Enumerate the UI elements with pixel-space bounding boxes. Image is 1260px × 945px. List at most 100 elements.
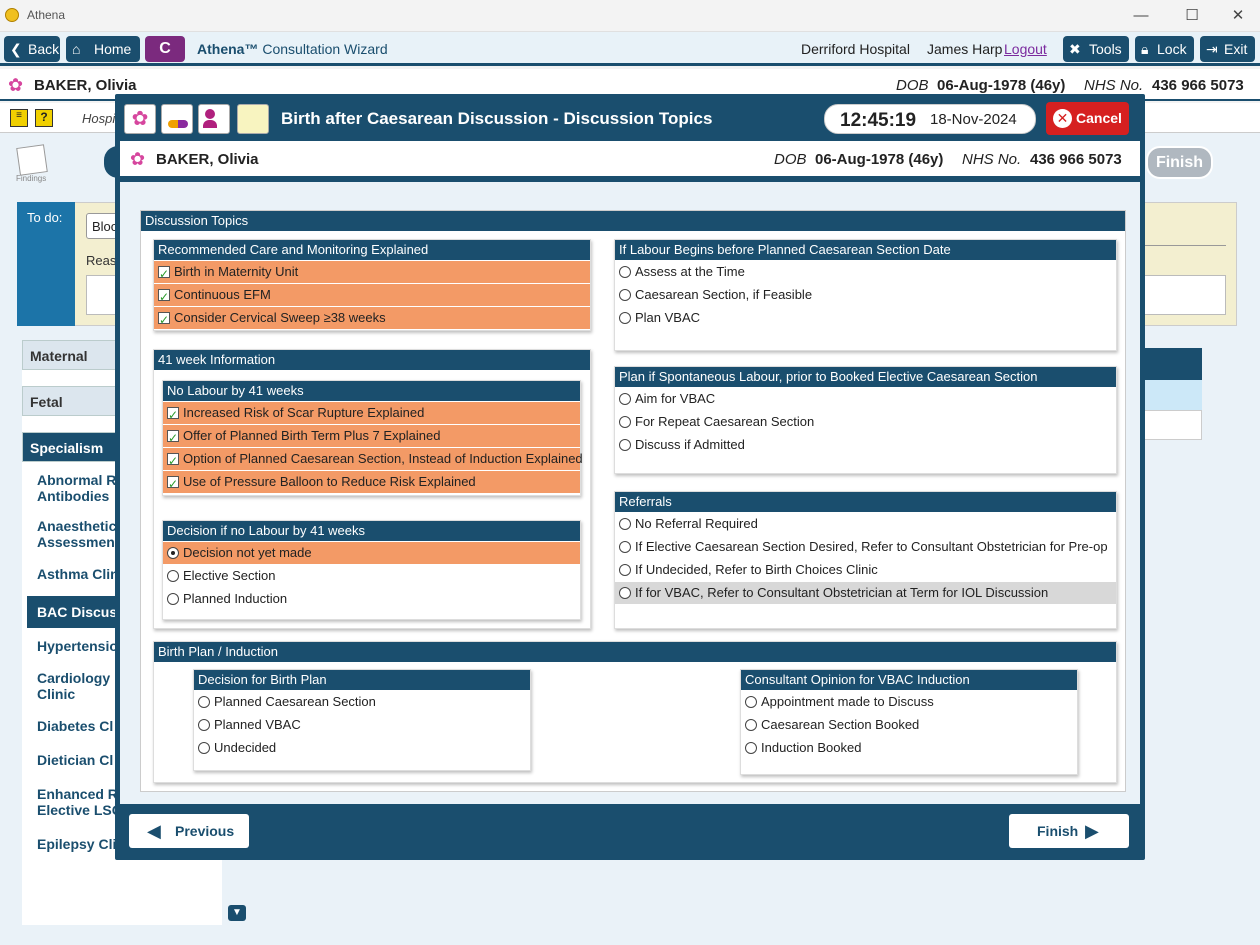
- consultant-option[interactable]: Appointment made to Discuss: [741, 691, 1077, 713]
- referrals-group: Referrals No Referral Required If Electi…: [614, 491, 1117, 629]
- radio-icon: [198, 696, 210, 708]
- checkbox-checked-icon: [167, 404, 179, 426]
- back-button[interactable]: ❮ Back: [4, 36, 60, 62]
- close-icon: ✕: [1053, 109, 1072, 128]
- checkbox-checked-icon: [158, 263, 170, 285]
- nhs-value: 436 966 5073: [1152, 77, 1244, 94]
- birth-plan-option[interactable]: Planned Caesarean Section: [194, 691, 530, 713]
- checkbox-checked-icon: [158, 309, 170, 331]
- referral-option[interactable]: No Referral Required: [615, 513, 1116, 535]
- dob-label: DOB: [774, 151, 807, 168]
- nhs-label: NHS No.: [962, 151, 1022, 168]
- no-labour-item[interactable]: Increased Risk of Scar Rupture Explained: [163, 402, 580, 426]
- checkbox-checked-icon: [167, 450, 179, 472]
- decision-41-group: Decision if no Labour by 41 weeks Decisi…: [162, 520, 581, 620]
- help-icon[interactable]: ?: [35, 109, 53, 127]
- radio-icon: [198, 719, 210, 731]
- birth-plan-option[interactable]: Undecided: [194, 737, 530, 759]
- decision-option[interactable]: Elective Section: [163, 565, 580, 587]
- no-labour-item[interactable]: Use of Pressure Balloon to Reduce Risk E…: [163, 471, 580, 495]
- window-title: Athena: [27, 8, 66, 22]
- recommended-item[interactable]: Continuous EFM: [154, 284, 590, 308]
- labour-before-option[interactable]: Plan VBAC: [615, 307, 1116, 329]
- lock-button[interactable]: 🔒︎ Lock: [1135, 36, 1194, 62]
- no-labour-item[interactable]: Offer of Planned Birth Term Plus 7 Expla…: [163, 425, 580, 449]
- nhs-label: NHS No.: [1084, 77, 1144, 94]
- checkbox-checked-icon: [158, 286, 170, 308]
- no-labour-group: No Labour by 41 weeks Increased Risk of …: [162, 380, 583, 496]
- spontaneous-option[interactable]: Discuss if Admitted: [615, 434, 1116, 456]
- birth-plan-decision-group: Decision for Birth Plan Planned Caesarea…: [193, 669, 531, 771]
- decision-option[interactable]: Planned Induction: [163, 588, 580, 610]
- radio-selected-icon: [167, 547, 179, 559]
- recommended-care-group: Recommended Care and Monitoring Explaine…: [153, 239, 591, 331]
- window-titlebar: Athena — ☐ ✕: [0, 0, 1260, 32]
- notes-icon[interactable]: [237, 104, 269, 134]
- referral-option[interactable]: If Undecided, Refer to Birth Choices Cli…: [615, 559, 1116, 581]
- radio-icon: [198, 742, 210, 754]
- c-button[interactable]: C: [145, 36, 185, 62]
- labour-before-option[interactable]: Caesarean Section, if Feasible: [615, 284, 1116, 306]
- arrow-right-icon: ▶: [1085, 821, 1099, 841]
- checkbox-checked-icon: [167, 473, 179, 495]
- modal-title: Birth after Caesarean Discussion - Discu…: [281, 109, 713, 128]
- dob-value: 06-Aug-1978 (46y): [937, 77, 1066, 94]
- todo-label: To do:: [17, 202, 75, 326]
- radio-icon: [745, 696, 757, 708]
- finish-button[interactable]: Finish ▶: [1009, 814, 1129, 848]
- flower-icon: ✿: [8, 75, 24, 95]
- chevron-down-icon[interactable]: ▼: [228, 905, 246, 921]
- home-icon: ⌂: [72, 41, 81, 57]
- decision-option[interactable]: Decision not yet made: [163, 542, 580, 564]
- background-finish-button[interactable]: Finish: [1146, 146, 1213, 179]
- radio-icon: [619, 564, 631, 576]
- spontaneous-labour-group: Plan if Spontaneous Labour, prior to Boo…: [614, 366, 1117, 474]
- exit-button[interactable]: ⇥ Exit: [1200, 36, 1255, 62]
- radio-icon: [167, 570, 179, 582]
- radio-icon: [619, 541, 631, 553]
- maximize-button[interactable]: ☐: [1182, 6, 1202, 26]
- modal-footer: [120, 804, 1140, 856]
- flower-icon[interactable]: ✿: [124, 104, 156, 134]
- spontaneous-option[interactable]: For Repeat Caesarean Section: [615, 411, 1116, 433]
- consultant-opinion-group: Consultant Opinion for VBAC Induction Ap…: [740, 669, 1078, 775]
- exit-icon: ⇥: [1206, 41, 1218, 57]
- current-time: 12:45:19: [840, 110, 917, 131]
- radio-icon: [619, 289, 631, 301]
- radio-icon: [619, 518, 631, 530]
- chevron-left-icon: ❮: [10, 41, 22, 57]
- logout-link[interactable]: Logout: [1004, 41, 1047, 57]
- findings-tab[interactable]: Findings: [10, 140, 60, 190]
- medication-icon[interactable]: [161, 104, 193, 134]
- home-button[interactable]: ⌂ Home: [66, 36, 140, 62]
- radio-icon: [619, 266, 631, 278]
- consultant-option[interactable]: Induction Booked: [741, 737, 1077, 759]
- dob-label: DOB: [896, 77, 929, 94]
- radio-icon: [619, 312, 631, 324]
- labour-before-option[interactable]: Assess at the Time: [615, 261, 1116, 283]
- findings-icon: [16, 144, 48, 176]
- radio-icon: [619, 393, 631, 405]
- consultant-option[interactable]: Caesarean Section Booked: [741, 714, 1077, 736]
- recommended-item[interactable]: Birth in Maternity Unit: [154, 261, 590, 285]
- no-labour-item[interactable]: Option of Planned Caesarean Section, Ins…: [163, 448, 583, 472]
- main-toolbar: ❮ Back ⌂ Home C Athena™ Consultation Wizar…: [0, 32, 1260, 66]
- recommended-item[interactable]: Consider Cervical Sweep ≥38 weeks: [154, 307, 590, 331]
- user-name: James Harp: [927, 41, 1003, 57]
- minimize-button[interactable]: —: [1131, 6, 1151, 26]
- spontaneous-option[interactable]: Aim for VBAC: [615, 388, 1116, 410]
- referral-option[interactable]: If for VBAC, Refer to Consultant Obstetr…: [615, 582, 1116, 604]
- cancel-button[interactable]: ✕ Cancel: [1046, 102, 1129, 135]
- flower-icon: ✿: [130, 149, 146, 169]
- previous-button[interactable]: ◀ Previous: [129, 814, 249, 848]
- referral-option[interactable]: If Elective Caesarean Section Desired, R…: [615, 536, 1116, 558]
- radio-icon: [619, 416, 631, 428]
- radio-icon: [167, 593, 179, 605]
- wizard-title: Athena™ Consultation Wizard: [197, 41, 388, 57]
- app-icon: [5, 8, 19, 22]
- close-window-button[interactable]: ✕: [1228, 6, 1248, 26]
- tools-button[interactable]: ✖ Tools: [1063, 36, 1129, 62]
- birth-plan-option[interactable]: Planned VBAC: [194, 714, 530, 736]
- checkbox-checked-icon: [167, 427, 179, 449]
- person-arrow-icon[interactable]: [198, 104, 230, 134]
